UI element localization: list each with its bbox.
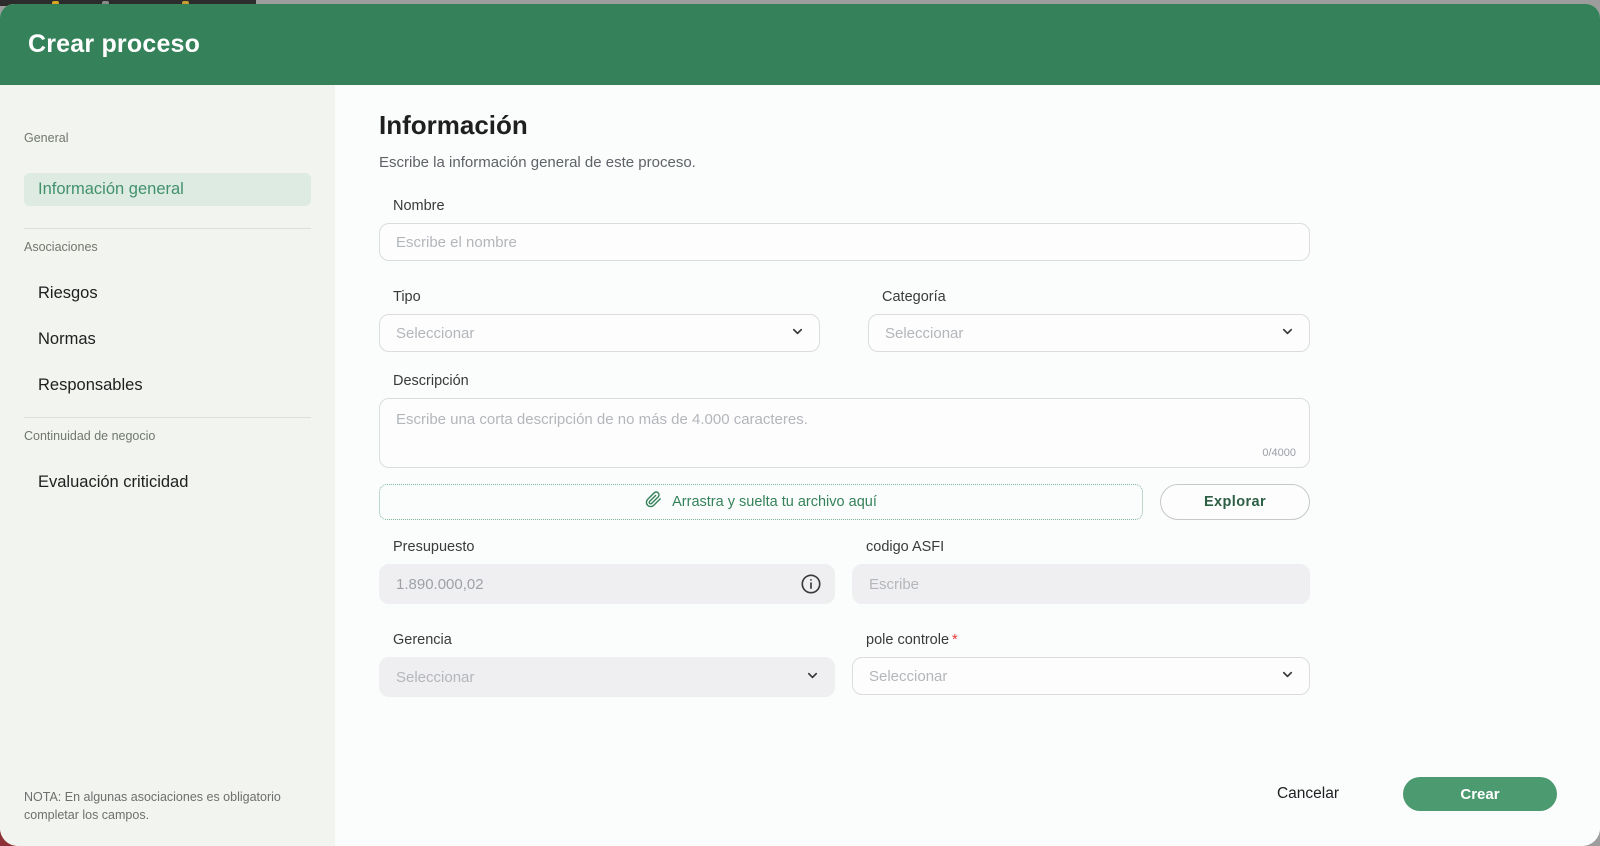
- presupuesto-label: Presupuesto: [393, 539, 475, 555]
- codigo-asfi-label: codigo ASFI: [866, 539, 945, 555]
- codigo-asfi-input[interactable]: [852, 564, 1310, 604]
- sidebar-divider: [24, 228, 311, 229]
- modal-body: General Información general Asociaciones…: [0, 85, 1600, 846]
- modal-header: Crear proceso: [0, 4, 1600, 85]
- gerencia-label: Gerencia: [393, 632, 452, 648]
- sidebar-item-responsables[interactable]: Responsables: [38, 376, 311, 395]
- page-title: Información: [379, 110, 528, 140]
- cancel-button[interactable]: Cancelar: [1277, 785, 1339, 803]
- create-button[interactable]: Crear: [1403, 777, 1557, 811]
- nombre-input[interactable]: [379, 223, 1310, 261]
- descripcion-textarea[interactable]: [379, 398, 1310, 468]
- categoria-select-value: Seleccionar: [885, 324, 964, 342]
- nombre-label: Nombre: [393, 198, 445, 214]
- sidebar-note: NOTA: En algunas asociaciones es obligat…: [24, 789, 281, 822]
- paperclip-icon: [645, 491, 662, 513]
- sidebar-item-evaluacion-criticidad[interactable]: Evaluación criticidad: [38, 473, 311, 492]
- char-counter: 0/4000: [1262, 447, 1296, 459]
- tipo-select[interactable]: Seleccionar: [379, 314, 820, 352]
- tipo-select-value: Seleccionar: [396, 324, 475, 342]
- chevron-down-icon: [805, 668, 820, 687]
- tipo-label: Tipo: [393, 289, 421, 305]
- process-form: Nombre Tipo Seleccionar: [379, 198, 1310, 697]
- categoria-select[interactable]: Seleccionar: [868, 314, 1310, 352]
- dropzone-label: Arrastra y suelta tu archivo aquí: [672, 494, 877, 510]
- pole-controle-select[interactable]: Seleccionar: [852, 657, 1310, 695]
- pole-controle-select-value: Seleccionar: [869, 667, 948, 685]
- main-panel: Información Escribe la información gener…: [335, 85, 1600, 846]
- pole-controle-label: pole controle *: [866, 632, 1310, 648]
- sidebar-section-continuidad: Continuidad de negocio: [24, 429, 156, 443]
- modal-title: Crear proceso: [28, 30, 201, 58]
- info-icon[interactable]: [800, 573, 822, 595]
- sidebar-section-general: General: [24, 131, 69, 145]
- gerencia-select-value: Seleccionar: [396, 668, 475, 686]
- categoria-label: Categoría: [882, 289, 946, 305]
- sidebar-item-riesgos[interactable]: Riesgos: [38, 284, 311, 303]
- required-asterisk: *: [952, 632, 958, 648]
- page-subtitle: Escribe la información general de este p…: [379, 154, 696, 171]
- descripcion-label: Descripción: [393, 373, 469, 389]
- pole-controle-label-text: pole controle: [866, 632, 950, 648]
- chevron-down-icon: [1280, 667, 1295, 686]
- explore-button[interactable]: Explorar: [1160, 484, 1310, 520]
- sidebar-item-informacion-general[interactable]: Información general: [24, 173, 311, 206]
- chevron-down-icon: [1280, 324, 1295, 343]
- presupuesto-input: [379, 564, 835, 604]
- sidebar-divider: [24, 417, 311, 418]
- sidebar-item-normas[interactable]: Normas: [38, 330, 311, 349]
- create-process-modal: Crear proceso General Información genera…: [0, 4, 1600, 846]
- sidebar-section-asociaciones: Asociaciones: [24, 240, 98, 254]
- sidebar: General Información general Asociaciones…: [0, 85, 335, 846]
- gerencia-select: Seleccionar: [379, 657, 835, 697]
- file-dropzone[interactable]: Arrastra y suelta tu archivo aquí: [379, 484, 1143, 520]
- footer-actions: Cancelar Crear: [1277, 777, 1557, 811]
- chevron-down-icon: [790, 324, 805, 343]
